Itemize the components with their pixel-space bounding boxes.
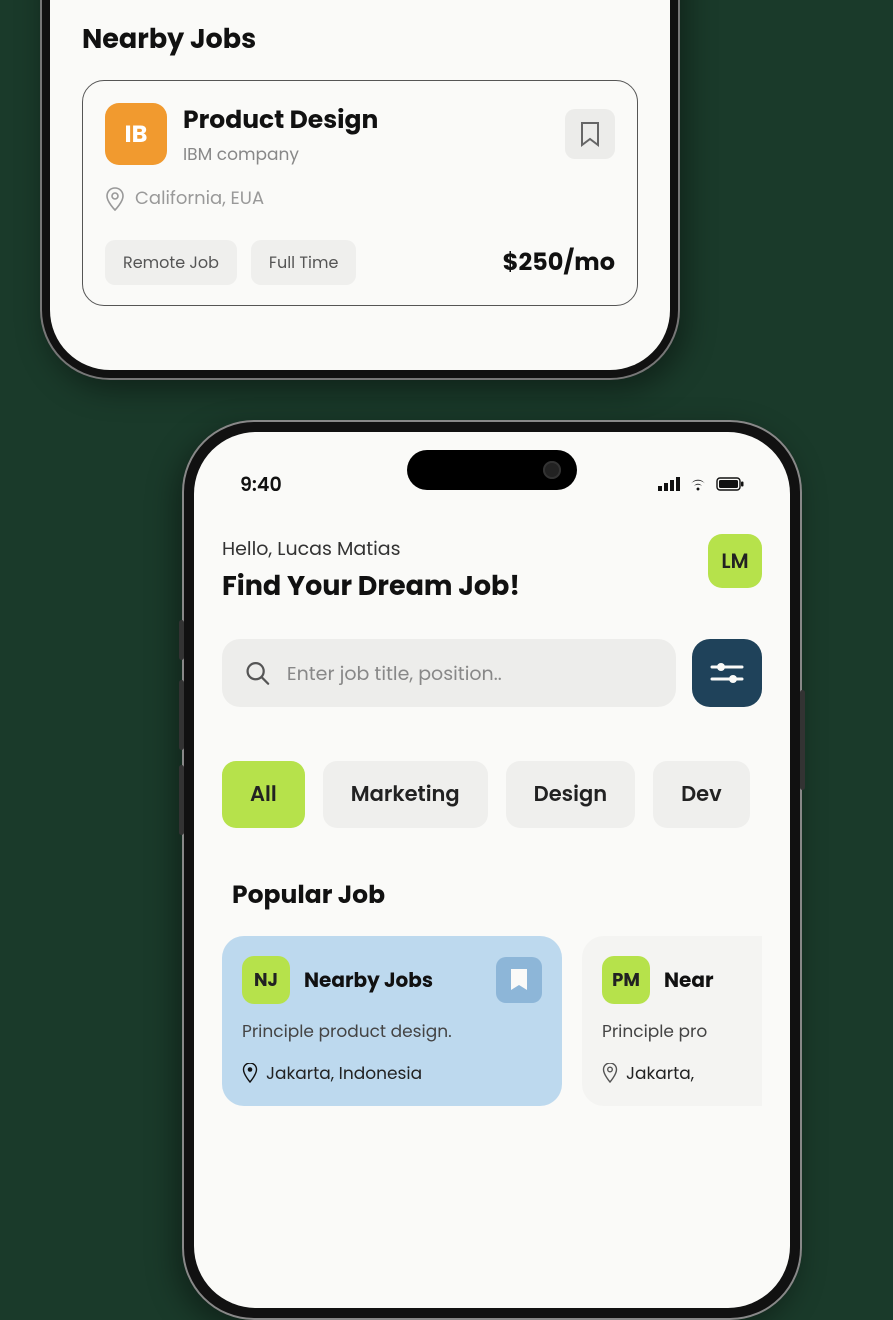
phone-bottom-screen: 9:40 Hello, Lucas <box>194 432 790 1308</box>
phone-volume-down <box>179 765 184 835</box>
popular-jobs-row[interactable]: NJ Nearby Jobs Principle product design.… <box>222 936 762 1106</box>
phone-power-button <box>800 690 805 790</box>
job-title: Product Design <box>183 101 549 139</box>
popular-title: Near <box>664 965 762 995</box>
avatar[interactable]: LM <box>708 534 762 588</box>
job-title-block: Product Design IBM company <box>183 101 549 167</box>
wifi-icon <box>688 477 708 491</box>
popular-badge: PM <box>602 956 650 1004</box>
battery-icon <box>716 477 744 491</box>
chip-dev[interactable]: Dev <box>653 761 750 828</box>
job-card-header: IB Product Design IBM company <box>105 101 615 167</box>
status-time: 9:40 <box>240 470 282 499</box>
job-location-text: California, EUA <box>135 185 264 212</box>
chip-design[interactable]: Design <box>506 761 635 828</box>
search-icon <box>244 658 271 688</box>
location-pin-icon <box>602 1063 618 1083</box>
popular-job-card[interactable]: NJ Nearby Jobs Principle product design.… <box>222 936 562 1106</box>
bookmark-filled-icon <box>509 968 529 992</box>
company-badge: IB <box>105 103 167 165</box>
search-input[interactable] <box>287 659 654 688</box>
tag-fulltime[interactable]: Full Time <box>251 240 356 285</box>
cellular-icon <box>658 477 680 491</box>
sliders-icon <box>710 660 744 686</box>
search-box[interactable] <box>222 639 676 707</box>
nearby-jobs-heading: Nearby Jobs <box>82 20 638 60</box>
bookmark-icon <box>579 121 601 147</box>
search-row <box>222 639 762 707</box>
popular-location-text: Jakarta, <box>626 1060 694 1086</box>
phone-notch <box>407 450 577 490</box>
filter-button[interactable] <box>692 639 762 707</box>
job-footer: Remote Job Full Time $250/mo <box>105 240 615 285</box>
phone-top-screen: Nearby Jobs IB Product Design IBM compan… <box>50 0 670 370</box>
greeting-text: Hello, Lucas Matias <box>222 534 520 563</box>
nearby-job-card[interactable]: IB Product Design IBM company California… <box>82 80 638 306</box>
phone-bottom-frame: 9:40 Hello, Lucas <box>182 420 802 1320</box>
popular-bookmark-button[interactable] <box>496 957 542 1003</box>
tag-remote[interactable]: Remote Job <box>105 240 237 285</box>
phone-top-frame: Nearby Jobs IB Product Design IBM compan… <box>40 0 680 380</box>
popular-job-card[interactable]: PM Near Principle pro Jakarta, <box>582 936 762 1106</box>
popular-card-header: NJ Nearby Jobs <box>242 956 542 1004</box>
popular-card-header: PM Near <box>602 956 762 1004</box>
popular-location-row: Jakarta, Indonesia <box>242 1060 542 1086</box>
phone-side-button <box>179 620 184 660</box>
popular-subtitle: Principle product design. <box>242 1018 542 1044</box>
job-company: IBM company <box>183 141 549 167</box>
location-pin-icon <box>242 1063 258 1083</box>
status-icons <box>658 477 744 491</box>
popular-title: Nearby Jobs <box>304 965 482 995</box>
greeting-row: Hello, Lucas Matias Find Your Dream Job!… <box>222 534 762 607</box>
job-salary: $250/mo <box>503 245 615 280</box>
popular-subtitle: Principle pro <box>602 1018 762 1044</box>
phone-volume-up <box>179 680 184 750</box>
popular-badge: NJ <box>242 956 290 1004</box>
popular-job-heading: Popular Job <box>232 876 762 914</box>
category-chips: All Marketing Design Dev <box>222 761 762 828</box>
popular-location-text: Jakarta, Indonesia <box>266 1060 422 1086</box>
location-pin-icon <box>105 187 125 211</box>
hero-title: Find Your Dream Job! <box>222 567 520 607</box>
popular-location-row: Jakarta, <box>602 1060 762 1086</box>
job-location-row: California, EUA <box>105 185 615 212</box>
chip-all[interactable]: All <box>222 761 305 828</box>
bookmark-button[interactable] <box>565 109 615 159</box>
chip-marketing[interactable]: Marketing <box>323 761 488 828</box>
